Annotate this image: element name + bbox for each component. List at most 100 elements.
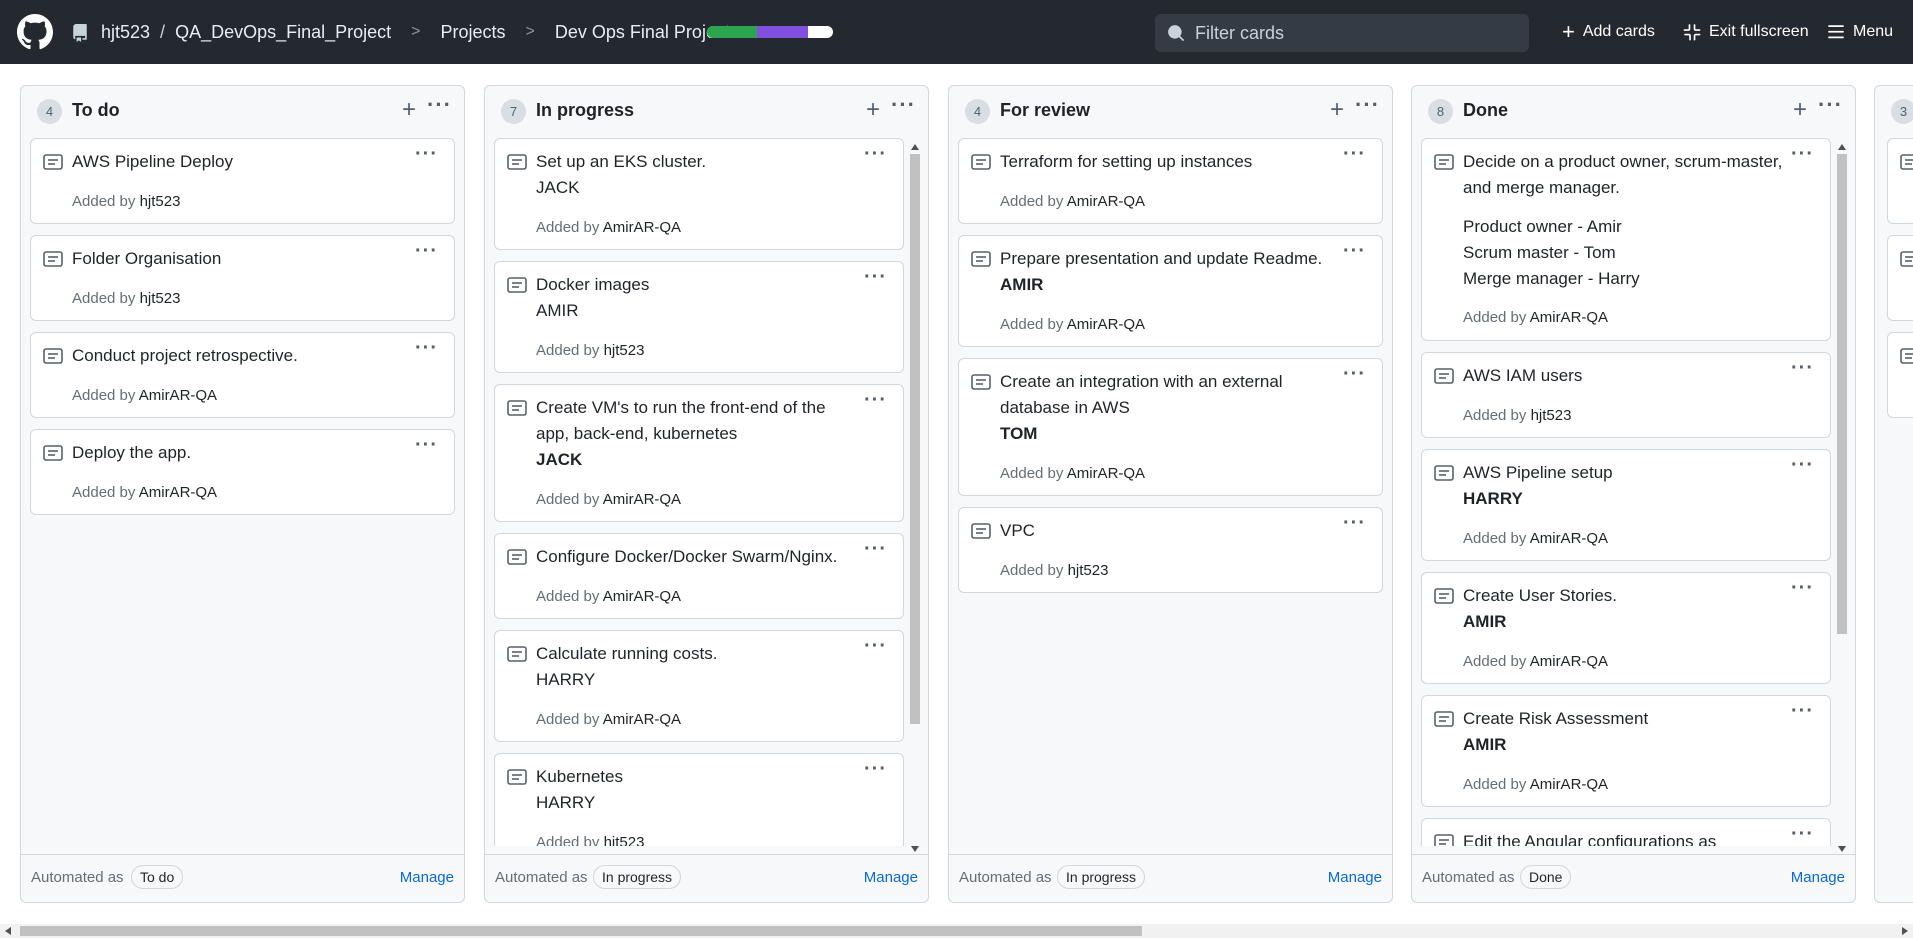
menu-button[interactable]: Menu [1827, 0, 1893, 64]
added-by-user[interactable]: AmirAR-QA [1530, 653, 1608, 670]
kebab-horizontal-icon[interactable]: ··· [1791, 143, 1814, 166]
kebab-horizontal-icon[interactable]: ··· [1791, 577, 1814, 600]
plus-icon[interactable]: + [866, 96, 880, 124]
card[interactable]: Create VM's to run the front-end of the … [494, 384, 904, 522]
card[interactable]: Create Risk Assessment AMIR Added by Amir… [1421, 695, 1831, 807]
card[interactable]: Deploy the app. Added by AmirAR-QA ··· [30, 429, 455, 515]
card[interactable]: AWS Pipeline setup HARRY Added by AmirAR-… [1421, 449, 1831, 561]
added-by-user[interactable]: hjt523 [1531, 407, 1572, 424]
card[interactable]: Create User Stories. AMIR Added by AmirAR… [1421, 572, 1831, 684]
card[interactable]: Set up an EKS cluster. JACK Added by Amir… [494, 138, 904, 250]
card[interactable]: Edit the Angular configurations as ··· [1421, 818, 1831, 846]
scroll-up-arrow-icon[interactable] [1838, 144, 1846, 150]
project-name[interactable]: Dev Ops Final Project [555, 22, 730, 43]
filter-cards-search[interactable] [1155, 14, 1529, 52]
added-by-user[interactable]: AmirAR-QA [603, 219, 681, 236]
scroll-left-arrow-icon[interactable] [5, 927, 11, 935]
kebab-horizontal-icon[interactable]: ··· [864, 143, 887, 166]
added-by-user[interactable]: AmirAR-QA [1067, 316, 1145, 333]
added-by-user[interactable]: hjt523 [604, 342, 645, 359]
kebab-horizontal-icon[interactable]: ··· [415, 240, 438, 263]
added-by-user[interactable]: AmirAR-QA [1530, 776, 1608, 793]
scrollbar-thumb[interactable] [20, 926, 1142, 936]
manage-link[interactable]: Manage [1328, 869, 1382, 886]
card[interactable] [1887, 235, 1913, 321]
github-logo-icon[interactable] [17, 14, 53, 50]
added-by-user[interactable]: AmirAR-QA [139, 484, 217, 501]
kebab-horizontal-icon[interactable]: ··· [1355, 92, 1380, 118]
manage-link[interactable]: Manage [400, 869, 454, 886]
card[interactable]: Configure Docker/Docker Swarm/Nginx. Add… [494, 533, 904, 619]
scrollbar-thumb[interactable] [910, 154, 920, 724]
card[interactable]: AWS IAM users Added by hjt523 ··· [1421, 352, 1831, 438]
card[interactable]: Create an integration with an external d… [958, 358, 1383, 496]
kebab-horizontal-icon[interactable]: ··· [864, 389, 887, 412]
card[interactable]: Folder Organisation Added by hjt523 ··· [30, 235, 455, 321]
added-by-user[interactable]: AmirAR-QA [1530, 530, 1608, 547]
card[interactable]: Calculate running costs. HARRY Added by A… [494, 630, 904, 742]
add-cards-button[interactable]: + Add cards [1562, 0, 1655, 64]
column-scrollbar[interactable] [908, 142, 922, 854]
kebab-horizontal-icon[interactable]: ··· [1791, 454, 1814, 477]
card[interactable]: Conduct project retrospective. Added by … [30, 332, 455, 418]
scroll-down-arrow-icon[interactable] [1838, 846, 1846, 852]
kebab-horizontal-icon[interactable]: ··· [891, 92, 916, 118]
kebab-horizontal-icon[interactable]: ··· [1791, 700, 1814, 723]
search-input[interactable] [1195, 22, 1515, 44]
card-list[interactable]: Set up an EKS cluster. JACK Added by Amir… [494, 138, 904, 846]
kebab-horizontal-icon[interactable]: ··· [1343, 143, 1366, 166]
kebab-horizontal-icon[interactable]: ··· [1791, 823, 1814, 846]
kebab-horizontal-icon[interactable]: ··· [1343, 363, 1366, 386]
manage-link[interactable]: Manage [864, 869, 918, 886]
scroll-down-arrow-icon[interactable] [911, 846, 919, 852]
manage-link[interactable]: Manage [1791, 869, 1845, 886]
exit-fullscreen-button[interactable]: Exit fullscreen [1683, 0, 1809, 64]
kebab-horizontal-icon[interactable]: ··· [864, 758, 887, 781]
added-by-user[interactable]: hjt523 [140, 193, 181, 210]
owner-link[interactable]: hjt523 [101, 22, 150, 43]
added-by-user[interactable]: AmirAR-QA [1067, 193, 1145, 210]
kebab-horizontal-icon[interactable]: ··· [864, 635, 887, 658]
added-by-user[interactable]: AmirAR-QA [1067, 465, 1145, 482]
card[interactable]: Docker images AMIR Added by hjt523 ··· [494, 261, 904, 373]
column-scrollbar[interactable] [1835, 142, 1849, 854]
card[interactable]: Terraform for setting up instances Added… [958, 138, 1383, 224]
repo-link[interactable]: QA_DevOps_Final_Project [175, 22, 391, 43]
card[interactable]: VPC Added by hjt523 ··· [958, 507, 1383, 593]
plus-icon[interactable]: + [1330, 96, 1344, 124]
kebab-horizontal-icon[interactable]: ··· [415, 143, 438, 166]
plus-icon[interactable]: + [402, 96, 416, 124]
added-by-user[interactable]: hjt523 [140, 290, 181, 307]
card[interactable]: AWS Pipeline Deploy Added by hjt523 ··· [30, 138, 455, 224]
kebab-horizontal-icon[interactable]: ··· [1818, 92, 1843, 118]
added-by-user[interactable]: AmirAR-QA [603, 588, 681, 605]
plus-icon[interactable]: + [1793, 96, 1807, 124]
added-by-user[interactable]: AmirAR-QA [1530, 309, 1608, 326]
projects-link[interactable]: Projects [441, 22, 506, 43]
kebab-horizontal-icon[interactable]: ··· [864, 538, 887, 561]
card[interactable] [1887, 332, 1913, 418]
horizontal-scrollbar[interactable] [0, 924, 1913, 938]
kebab-horizontal-icon[interactable]: ··· [415, 337, 438, 360]
added-by-user[interactable]: AmirAR-QA [139, 387, 217, 404]
card-list[interactable]: AWS Pipeline Deploy Added by hjt523 ··· … [30, 138, 455, 846]
added-by-user[interactable]: hjt523 [1068, 562, 1109, 579]
kebab-horizontal-icon[interactable]: ··· [1343, 240, 1366, 263]
card[interactable] [1887, 138, 1913, 224]
kebab-horizontal-icon[interactable]: ··· [1791, 357, 1814, 380]
added-by-user[interactable]: AmirAR-QA [603, 711, 681, 728]
scroll-right-arrow-icon[interactable] [1902, 927, 1908, 935]
kebab-horizontal-icon[interactable]: ··· [864, 266, 887, 289]
kebab-horizontal-icon[interactable]: ··· [427, 92, 452, 118]
added-by-user[interactable]: hjt523 [604, 834, 645, 846]
card-list[interactable]: Terraform for setting up instances Added… [958, 138, 1383, 846]
card-list[interactable]: Decide on a product owner, scrum-master,… [1421, 138, 1831, 846]
scroll-up-arrow-icon[interactable] [911, 144, 919, 150]
scrollbar-thumb[interactable] [1837, 154, 1847, 634]
card[interactable]: Kubernetes HARRY Added by hjt523 ··· [494, 753, 904, 846]
kebab-horizontal-icon[interactable]: ··· [415, 434, 438, 457]
kebab-horizontal-icon[interactable]: ··· [1343, 512, 1366, 535]
card[interactable]: Prepare presentation and update Readme. A… [958, 235, 1383, 347]
card[interactable]: Decide on a product owner, scrum-master,… [1421, 138, 1831, 341]
added-by-user[interactable]: AmirAR-QA [603, 491, 681, 508]
